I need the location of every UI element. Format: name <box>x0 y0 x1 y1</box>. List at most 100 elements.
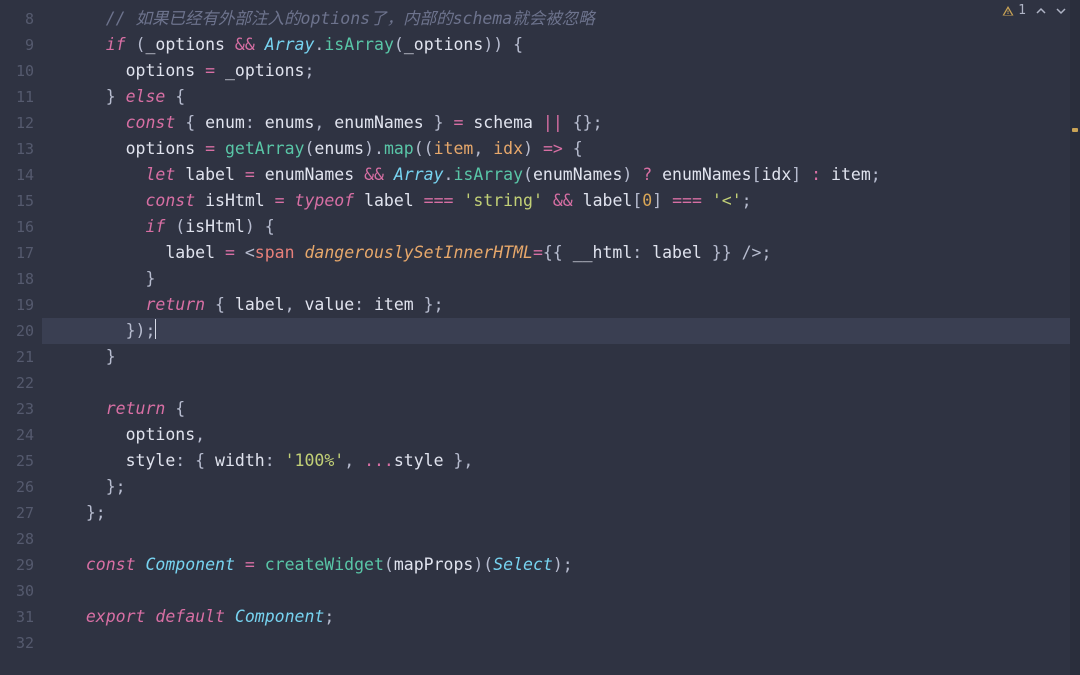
token: label <box>185 165 235 184</box>
token: export <box>86 607 146 626</box>
token: options <box>126 425 196 444</box>
token <box>652 165 662 184</box>
token: const <box>86 555 136 574</box>
token: ( <box>126 35 146 54</box>
code-line[interactable]: const { enum: enums, enumNames } = schem… <box>66 110 1080 136</box>
token: ; <box>871 165 881 184</box>
token: = <box>533 243 543 262</box>
token: ( <box>304 139 314 158</box>
line-number: 16 <box>0 214 42 240</box>
code-line[interactable]: return { label, value: item }; <box>66 292 1080 318</box>
code-line[interactable] <box>66 578 1080 604</box>
prev-highlight-button[interactable] <box>1036 6 1046 16</box>
token: isArray <box>453 165 523 184</box>
token: options <box>126 61 196 80</box>
line-number: 8 <box>0 6 42 32</box>
code-line[interactable]: }; <box>66 474 1080 500</box>
next-highlight-button[interactable] <box>1056 6 1066 16</box>
warning-count: 1 <box>1018 4 1026 17</box>
code-line[interactable] <box>66 370 1080 396</box>
line-number: 23 <box>0 396 42 422</box>
token: }; <box>414 295 444 314</box>
code-line[interactable]: export default Component; <box>66 604 1080 630</box>
token <box>573 191 583 210</box>
token: { <box>175 113 205 132</box>
token: } <box>424 113 454 132</box>
token: label <box>583 191 633 210</box>
line-number: 10 <box>0 58 42 84</box>
token: const <box>145 191 195 210</box>
code-line[interactable]: }); <box>42 318 1080 344</box>
code-line[interactable]: options, <box>66 422 1080 448</box>
line-number: 26 <box>0 474 42 500</box>
line-number: 30 <box>0 578 42 604</box>
code-area[interactable]: // 如果已经有外部注入的options了，内部的schema就会被忽略 if … <box>42 0 1080 675</box>
code-line[interactable]: return { <box>66 396 1080 422</box>
code-line[interactable]: } <box>66 266 1080 292</box>
code-line[interactable]: const Component = createWidget(mapProps)… <box>66 552 1080 578</box>
line-number: 9 <box>0 32 42 58</box>
code-line[interactable]: label = <span dangerouslySetInnerHTML={{… <box>66 240 1080 266</box>
code-line[interactable]: // 如果已经有外部注入的options了，内部的schema就会被忽略 <box>66 6 1080 32</box>
code-editor[interactable]: 8910111213141516171819202122232425262728… <box>0 0 1080 675</box>
line-number: 22 <box>0 370 42 396</box>
code-line[interactable]: style: { width: '100%', ...style }, <box>66 448 1080 474</box>
token: label <box>165 243 215 262</box>
token <box>821 165 831 184</box>
token: }; <box>106 477 126 496</box>
token: )) { <box>483 35 523 54</box>
token: => <box>543 139 563 158</box>
annotation-marker[interactable] <box>1072 128 1078 132</box>
token: label <box>235 295 285 314</box>
token: = <box>453 113 463 132</box>
code-line[interactable]: if (isHtml) { <box>66 214 1080 240</box>
token <box>354 165 364 184</box>
token: _options <box>225 61 304 80</box>
token: isArray <box>324 35 394 54</box>
token: if <box>145 217 165 236</box>
token: ... <box>364 451 394 470</box>
line-number: 18 <box>0 266 42 292</box>
code-line[interactable]: }; <box>66 500 1080 526</box>
line-number: 17 <box>0 240 42 266</box>
token: __html <box>573 243 633 262</box>
token: : <box>811 165 821 184</box>
token: '<' <box>712 191 742 210</box>
token: ( <box>523 165 533 184</box>
token <box>255 555 265 574</box>
code-line[interactable]: let label = enumNames && Array.isArray(e… <box>66 162 1080 188</box>
token: = <box>275 191 285 210</box>
token: const <box>126 113 176 132</box>
token: === <box>672 191 702 210</box>
token <box>225 607 235 626</box>
token <box>195 139 205 158</box>
line-number: 25 <box>0 448 42 474</box>
code-line[interactable]: options = getArray(enums).map((item, idx… <box>66 136 1080 162</box>
token: ; <box>324 607 334 626</box>
token: = <box>245 555 255 574</box>
code-line[interactable] <box>66 630 1080 656</box>
code-line[interactable]: } else { <box>66 84 1080 110</box>
token: ) { <box>245 217 275 236</box>
token <box>136 555 146 574</box>
code-line[interactable]: const isHtml = typeof label === 'string'… <box>66 188 1080 214</box>
token: = <box>225 243 235 262</box>
code-line[interactable]: options = _options; <box>66 58 1080 84</box>
token: value <box>304 295 354 314</box>
token <box>384 165 394 184</box>
token <box>533 113 543 132</box>
warning-indicator[interactable]: 1 <box>1002 4 1026 17</box>
token: options <box>126 139 196 158</box>
token: }); <box>126 321 156 340</box>
code-line[interactable]: } <box>66 344 1080 370</box>
token: item <box>434 139 474 158</box>
annotation-scrollbar[interactable] <box>1070 0 1080 675</box>
code-line[interactable]: if (_options && Array.isArray(_options))… <box>66 32 1080 58</box>
token: ? <box>642 165 652 184</box>
token <box>255 165 265 184</box>
token: { <box>205 295 235 314</box>
code-line[interactable] <box>66 526 1080 552</box>
line-number: 32 <box>0 630 42 656</box>
token: : <box>265 451 285 470</box>
token <box>195 191 205 210</box>
